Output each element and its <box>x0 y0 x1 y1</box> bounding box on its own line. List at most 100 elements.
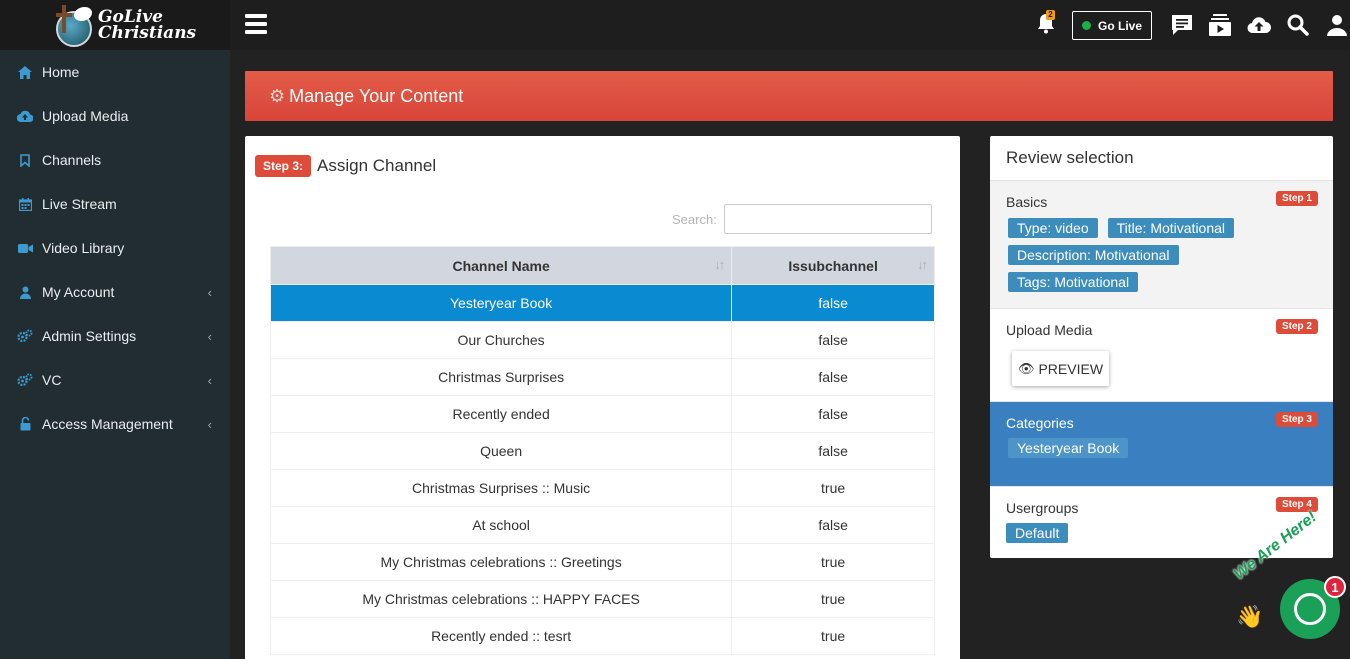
video-camera-icon <box>17 241 33 255</box>
chevron-left-icon: ‹ <box>207 416 212 432</box>
preview-label: PREVIEW <box>1038 360 1104 377</box>
column-header-channel-name[interactable]: Channel Name ↓↑ <box>269 246 733 285</box>
go-live-label: Go Live <box>1097 18 1142 33</box>
tag-list: Type: video Title: Motivational Descript… <box>1006 210 1317 299</box>
sort-icon: ↓↑ <box>917 257 928 272</box>
search-label: Search: <box>672 211 717 227</box>
sidebar: GoLive Christians Home Upload Media Chan… <box>0 0 230 659</box>
unlock-icon <box>17 417 33 431</box>
preview-button[interactable]: 👁 PREVIEW <box>1012 351 1109 386</box>
sidebar-item-live-stream[interactable]: Live Stream <box>0 182 230 226</box>
table-row[interactable]: Christmas Surprises :: Music true <box>269 469 935 507</box>
notification-bell-icon[interactable]: 2 <box>1036 10 1056 34</box>
sidebar-item-vc[interactable]: VC ‹ <box>0 358 230 402</box>
table-row[interactable]: Queen false <box>269 432 935 470</box>
channel-name-cell: Recently ended <box>269 395 733 433</box>
table-row[interactable]: At school false <box>269 506 935 544</box>
review-section-upload-media[interactable]: Upload Media Step 2 👁 PREVIEW <box>990 309 1333 402</box>
section-name: Usergroups <box>1006 500 1079 516</box>
issubchannel-cell: true <box>731 469 935 507</box>
notification-badge: 2 <box>1046 10 1055 20</box>
sidebar-item-upload-media[interactable]: Upload Media <box>0 94 230 138</box>
cloud-upload-icon[interactable] <box>1247 13 1271 37</box>
section-name: Categories <box>1006 415 1074 431</box>
search-icon[interactable] <box>1286 13 1310 37</box>
sidebar-item-my-account[interactable]: My Account ‹ <box>0 270 230 314</box>
issubchannel-cell: true <box>731 617 935 655</box>
sidebar-item-label: My Account <box>42 284 115 300</box>
table-row[interactable]: Recently ended :: tesrt true <box>269 617 935 655</box>
channel-name-cell: Christmas Surprises <box>269 358 733 396</box>
table-search: Search: <box>672 204 932 234</box>
tag: Yesteryear Book <box>1008 438 1129 458</box>
user-profile-icon[interactable] <box>1325 13 1349 37</box>
sidebar-item-label: Live Stream <box>42 196 117 212</box>
review-section-categories[interactable]: Categories Step 3 Yesteryear Book <box>990 402 1333 487</box>
channels-table: Channel Name ↓↑ Issubchannel ↓↑ Yesterye… <box>269 246 935 655</box>
chevron-left-icon: ‹ <box>207 284 212 300</box>
bookmark-icon <box>17 153 33 167</box>
sidebar-item-label: Access Management <box>42 416 173 432</box>
sidebar-item-video-library[interactable]: Video Library <box>0 226 230 270</box>
issubchannel-cell: false <box>731 321 935 359</box>
home-icon <box>17 65 33 79</box>
chat-unread-badge: 1 <box>1324 576 1346 598</box>
chat-bubble-icon <box>1294 593 1326 625</box>
eye-icon: 👁 <box>1017 360 1035 376</box>
sort-icon: ↓↑ <box>714 257 725 272</box>
step-header: Step 3: Assign Channel <box>255 155 436 177</box>
logo[interactable]: GoLive Christians <box>0 0 230 50</box>
issubchannel-cell: false <box>731 358 935 396</box>
table-row[interactable]: My Christmas celebrations :: HAPPY FACES… <box>269 580 935 618</box>
waving-hand-icon: 👋 <box>1236 604 1264 629</box>
channel-name-cell: Christmas Surprises :: Music <box>269 469 733 507</box>
go-live-button[interactable]: Go Live <box>1072 11 1152 40</box>
channel-name-cell: Recently ended :: tesrt <box>269 617 733 655</box>
table-row[interactable]: My Christmas celebrations :: Greetings t… <box>269 543 935 581</box>
channel-name-cell: Our Churches <box>269 321 733 359</box>
step-badge: Step 3 <box>1275 412 1318 427</box>
review-section-basics[interactable]: Basics Step 1 Type: video Title: Motivat… <box>990 181 1333 309</box>
table-row[interactable]: Our Churches false <box>269 321 935 359</box>
issubchannel-cell: false <box>731 395 935 433</box>
sidebar-item-label: Channels <box>42 152 102 168</box>
tag-list: Yesteryear Book <box>1006 431 1317 465</box>
menu-toggle-icon[interactable] <box>245 14 267 34</box>
chevron-left-icon: ‹ <box>207 372 212 388</box>
column-header-issubchannel[interactable]: Issubchannel ↓↑ <box>731 246 935 285</box>
chevron-left-icon: ‹ <box>207 328 212 344</box>
search-input[interactable] <box>723 204 932 234</box>
section-name: Upload Media <box>1006 322 1093 338</box>
sidebar-item-channels[interactable]: Channels <box>0 138 230 182</box>
channel-name-cell: Queen <box>269 432 733 470</box>
logo-text: GoLive Christians <box>98 7 197 43</box>
step-badge: Step 4 <box>1275 497 1318 512</box>
step-badge: Step 1 <box>1275 191 1318 206</box>
tag: Tags: Motivational <box>1008 272 1139 292</box>
issubchannel-cell: true <box>731 543 935 581</box>
page-banner: ⚙ Manage Your Content <box>245 71 1333 121</box>
sidebar-item-label: Upload Media <box>42 108 129 124</box>
review-selection-card: Review selection Basics Step 1 Type: vid… <box>990 136 1333 558</box>
top-bar: 2 Go Live <box>230 0 1350 50</box>
sidebar-item-home[interactable]: Home <box>0 50 230 94</box>
tag: Description: Motivational <box>1008 245 1179 265</box>
sidebar-item-access-management[interactable]: Access Management ‹ <box>0 402 230 446</box>
logo-mark-icon <box>52 3 96 47</box>
gears-icon <box>17 373 33 387</box>
issubchannel-cell: false <box>731 432 935 470</box>
table-row[interactable]: Yesteryear Book false <box>269 284 935 322</box>
tag: Title: Motivational <box>1107 218 1235 238</box>
table-row[interactable]: Recently ended false <box>269 395 935 433</box>
table-row[interactable]: Christmas Surprises false <box>269 358 935 396</box>
gears-icon <box>17 329 33 343</box>
page-title: Manage Your Content <box>289 85 464 106</box>
assign-channel-card: Step 3: Assign Channel Search: Channel N… <box>245 136 960 659</box>
chat-message-icon[interactable] <box>1170 13 1194 37</box>
video-playlist-icon[interactable] <box>1208 13 1232 37</box>
tag: Default <box>1006 523 1069 543</box>
sidebar-nav: Home Upload Media Channels Live Stream V… <box>0 50 230 446</box>
sidebar-item-admin-settings[interactable]: Admin Settings ‹ <box>0 314 230 358</box>
issubchannel-cell: false <box>731 284 935 322</box>
issubchannel-cell: false <box>731 506 935 544</box>
